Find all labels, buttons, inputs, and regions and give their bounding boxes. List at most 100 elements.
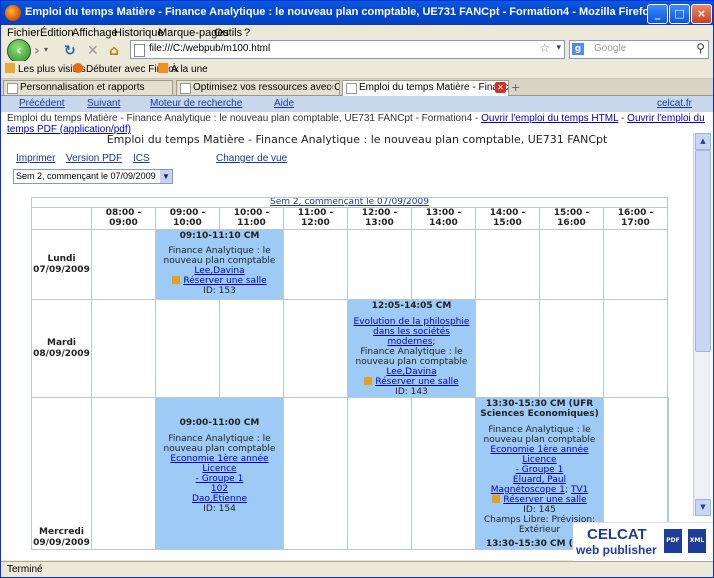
search-box[interactable]: g Google ⚲ bbox=[569, 40, 709, 59]
new-tab-button[interactable]: + bbox=[511, 81, 520, 94]
tab-personnalisation[interactable]: Personnalisation et rapports bbox=[3, 80, 173, 95]
book-room-link[interactable]: Réserver une salle bbox=[375, 377, 458, 387]
book-room-icon bbox=[364, 377, 373, 385]
day-date: 07/09/2009 bbox=[33, 264, 90, 275]
event-time: 09:10-11:10 CM bbox=[179, 231, 260, 241]
address-bar[interactable]: file:///C:/webpub/m100.html ☆ ▾ bbox=[130, 40, 565, 59]
hour-end: 09:00 bbox=[109, 218, 138, 228]
reload-button[interactable]: ↻ bbox=[64, 43, 76, 59]
minimize-button[interactable]: _ bbox=[647, 4, 668, 24]
scroll-down-icon[interactable]: ▼ bbox=[695, 499, 711, 516]
close-button[interactable]: × bbox=[691, 4, 712, 24]
slot bbox=[603, 299, 668, 398]
stop-button[interactable]: ✕ bbox=[87, 43, 99, 59]
hour-header: 10:00 -11:00 bbox=[219, 207, 284, 230]
event-time: 13:30-15:30 CM (UFR bbox=[485, 399, 594, 409]
menu-edition[interactable]: Édition bbox=[40, 27, 74, 39]
week-select[interactable]: Sem 2, commençant le 07/09/2009 ▼ bbox=[13, 169, 173, 184]
hour-header: 16:00 -17:00 bbox=[603, 207, 668, 230]
day-monday: Lundi 07/09/2009 bbox=[31, 229, 92, 300]
event-course: Finance Analytique : le bbox=[168, 246, 271, 256]
maximize-button[interactable]: □ bbox=[669, 4, 690, 24]
teacher-link[interactable]: Dao,Etienne bbox=[157, 494, 283, 504]
google-icon[interactable]: g bbox=[572, 43, 584, 55]
prev-link[interactable]: Précédent bbox=[19, 98, 65, 109]
teacher-link[interactable]: Lee,Davina bbox=[157, 266, 283, 276]
tab-emploi-du-temps[interactable]: Emploi du temps Matière - Financ... ✕ bbox=[342, 80, 509, 96]
page-icon bbox=[180, 83, 191, 94]
window-title: Emploi du temps Matière - Finance Analyt… bbox=[25, 6, 656, 18]
menu-affichage[interactable]: Affichage bbox=[72, 27, 118, 39]
back-button[interactable]: ‹ bbox=[7, 39, 31, 63]
timetable-caption[interactable]: Sem 2, commençant le 07/09/2009 bbox=[31, 197, 668, 208]
room-link[interactable]: 102 bbox=[157, 484, 283, 494]
group-link[interactable]: - Groupe 1 bbox=[157, 474, 283, 484]
slot bbox=[347, 397, 412, 550]
event-course: nouveau plan comptable bbox=[355, 357, 468, 367]
book-room-link[interactable]: Réserver une salle bbox=[183, 276, 266, 286]
event-monday[interactable]: 09:10-11:10 CM Finance Analytique : le n… bbox=[155, 229, 284, 300]
tab-strip: Personnalisation et rapports Optimisez v… bbox=[1, 79, 713, 96]
print-link[interactable]: Imprimer bbox=[16, 153, 55, 164]
course-link[interactable]: Evolution de la philosphie bbox=[349, 317, 475, 327]
bookmark-star-icon[interactable]: ☆ bbox=[539, 41, 550, 55]
course-link[interactable]: dans les sociétés modernes bbox=[373, 327, 450, 347]
home-button[interactable]: ⌂ bbox=[109, 43, 119, 59]
hour-start: 16:00 - bbox=[617, 208, 654, 219]
group-link[interactable]: - Groupe 1 bbox=[477, 465, 603, 475]
teacher-link[interactable]: Lee,Davina bbox=[349, 367, 475, 377]
bookmarks-bar: Les plus visités Débuter avec Firefox À … bbox=[1, 61, 713, 79]
hour-end: 12:00 bbox=[301, 218, 330, 228]
page-title: Emploi du temps Matière - Finance Analyt… bbox=[106, 133, 608, 146]
forward-button[interactable]: › bbox=[34, 43, 40, 59]
bookmark-headlines[interactable]: À la une bbox=[158, 63, 208, 75]
help-link[interactable]: Aide bbox=[274, 98, 294, 109]
search-icon[interactable]: ⚲ bbox=[696, 41, 705, 55]
equipment-link[interactable]: TV1 bbox=[571, 485, 588, 495]
timetable: Sem 2, commençant le 07/09/2009 08:00 -0… bbox=[31, 197, 669, 550]
separator: ; bbox=[432, 337, 436, 347]
change-view-link[interactable]: Changer de vue bbox=[216, 153, 287, 164]
group-link[interactable]: Economie 1ère année Licence bbox=[477, 445, 603, 465]
event-id: ID: 153 bbox=[203, 286, 236, 296]
chevron-down-icon[interactable]: ▼ bbox=[160, 170, 172, 183]
open-html-link[interactable]: Ouvrir l'emploi du temps HTML bbox=[481, 113, 618, 124]
event-course: nouveau plan comptable bbox=[163, 444, 276, 454]
event-tuesday[interactable]: 12:05-14:05 CM Evolution de la philosphi… bbox=[347, 299, 476, 398]
pdf-version-link[interactable]: Version PDF bbox=[66, 153, 122, 164]
equipment-link[interactable]: Magnétoscope 1 bbox=[491, 485, 565, 495]
tab-close-icon[interactable]: ✕ bbox=[326, 82, 337, 93]
breadcrumb: Emploi du temps Matière - Finance Analyt… bbox=[7, 113, 707, 135]
celcat-link[interactable]: celcat.fr bbox=[657, 98, 692, 109]
teacher-link[interactable]: Eluard, Paul bbox=[477, 475, 603, 485]
event-course: Finance Analytique : le bbox=[488, 425, 591, 435]
hour-header: 11:00 -12:00 bbox=[283, 207, 348, 230]
hour-start: 11:00 - bbox=[297, 208, 334, 219]
event-faculty: Sciences Economiques) bbox=[480, 409, 599, 419]
ics-link[interactable]: ICS bbox=[133, 153, 150, 164]
day-wednesday: Mercredi 09/09/2009 bbox=[31, 397, 92, 550]
tab-optimisez[interactable]: Optimisez vos ressources avec CELCAT... … bbox=[176, 80, 340, 95]
xml-icon[interactable]: XML bbox=[688, 529, 706, 553]
slot bbox=[155, 299, 220, 398]
pdf-icon[interactable]: PDF bbox=[664, 529, 682, 553]
tab-close-icon[interactable]: ✕ bbox=[495, 82, 506, 93]
book-room-link[interactable]: Réserver une salle bbox=[503, 495, 586, 505]
menu-fichier[interactable]: Fichier bbox=[7, 27, 40, 39]
tab-label: Personnalisation et rapports bbox=[20, 82, 145, 93]
history-dropdown-icon[interactable]: ▾ bbox=[44, 45, 48, 54]
scroll-up-icon[interactable]: ▲ bbox=[695, 133, 711, 150]
menu-help[interactable]: ? bbox=[244, 27, 250, 39]
day-tuesday: Mardi 08/09/2009 bbox=[31, 299, 92, 398]
vertical-scrollbar[interactable]: ▲ ▼ bbox=[693, 133, 711, 516]
menu-outils[interactable]: Outils bbox=[214, 27, 242, 39]
next-link[interactable]: Suivant bbox=[87, 98, 120, 109]
event-wednesday-morning[interactable]: 09:00-11:00 CM Finance Analytique : le n… bbox=[155, 397, 284, 550]
celcat-logo[interactable]: CELCAT web publisher PDF XML bbox=[573, 522, 713, 561]
hour-end: 14:00 bbox=[429, 218, 458, 228]
search-engine-link[interactable]: Moteur de recherche bbox=[150, 98, 242, 109]
url-dropdown-icon[interactable]: ▾ bbox=[556, 42, 561, 53]
scroll-thumb[interactable] bbox=[695, 150, 711, 352]
group-link[interactable]: Economie 1ère année Licence bbox=[157, 454, 283, 474]
menu-historique[interactable]: Historique bbox=[114, 27, 164, 39]
